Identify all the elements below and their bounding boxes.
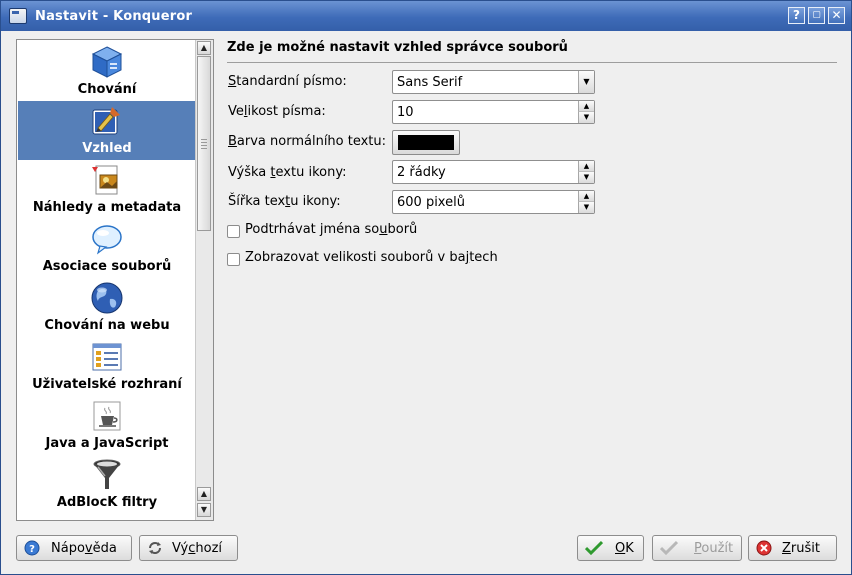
category-list[interactable]: Chování Vzhled Náhledy a metadata Asocia…: [16, 39, 214, 521]
icon-text-width-label: Šířka textu ikony:: [228, 194, 341, 209]
category-label: Uživatelské rozhraní: [32, 377, 182, 392]
checkmark-icon: [584, 540, 604, 556]
category-item-web-behavior[interactable]: Chování na webu: [18, 278, 196, 337]
scroll-thumb[interactable]: [197, 56, 211, 231]
ok-button[interactable]: OK: [577, 535, 644, 561]
category-label: Java a JavaScript: [45, 436, 169, 451]
scroll-down-arrow[interactable]: ▼: [197, 503, 211, 517]
panel-heading: Zde je možné nastavit vzhled správce sou…: [227, 40, 568, 55]
category-list-scrollbar[interactable]: ▲ ▲ ▼: [195, 40, 213, 520]
title-bar[interactable]: Nastavit - Konqueror ? ▢ ✕: [1, 1, 851, 31]
underline-names-label[interactable]: Podtrhávat jména souborů: [245, 222, 417, 237]
cancel-button-label: Zrušit: [782, 540, 820, 556]
icon-text-width-value: 600 pixelů: [397, 195, 465, 210]
cube-icon: [90, 45, 124, 79]
standard-font-combo[interactable]: Sans Serif ▼: [392, 70, 595, 94]
heading-separator: [227, 62, 837, 63]
spin-down-icon[interactable]: ▼: [578, 202, 594, 213]
show-bytes-checkbox[interactable]: [227, 253, 240, 266]
paint-icon: [90, 104, 124, 138]
category-item-user-interface[interactable]: Uživatelské rozhraní: [18, 337, 196, 396]
interface-icon: [90, 340, 124, 374]
checkmark-icon: [659, 540, 679, 556]
help-dialog-button[interactable]: ? Nápověda: [16, 535, 132, 561]
scroll-up-arrow-bottom[interactable]: ▲: [197, 487, 211, 501]
text-color-label: Barva normálního textu:: [228, 134, 387, 149]
category-item-adblock[interactable]: AdBlocK filtry: [18, 455, 196, 514]
minimize-button[interactable]: ▢: [808, 7, 825, 24]
funnel-icon: [90, 458, 124, 492]
globe-icon: [90, 281, 124, 315]
title-bar-buttons: ? ▢ ✕: [788, 7, 845, 24]
spin-down-icon[interactable]: ▼: [578, 172, 594, 183]
icon-text-height-spinbox[interactable]: 2 řádky ▲ ▼: [392, 160, 595, 184]
category-item-file-associations[interactable]: Asociace souborů: [18, 219, 196, 278]
apply-button-label: Použít: [694, 540, 734, 556]
cancel-button[interactable]: Zrušit: [748, 535, 837, 561]
chevron-down-icon[interactable]: ▼: [578, 71, 594, 93]
ok-button-label: OK: [615, 540, 634, 556]
category-item-java-javascript[interactable]: Java a JavaScript: [18, 396, 196, 455]
category-label: Chování na webu: [44, 318, 170, 333]
spin-down-icon[interactable]: ▼: [578, 112, 594, 123]
help-button-label: Nápověda: [51, 540, 117, 556]
speech-bubble-icon: [90, 222, 124, 256]
show-bytes-label[interactable]: Zobrazovat velikosti souborů v bajtech: [245, 250, 498, 265]
category-item-previews[interactable]: Náhledy a metadata: [18, 160, 196, 219]
spin-up-icon[interactable]: ▲: [578, 161, 594, 172]
standard-font-label: Standardní písmo:: [228, 74, 347, 89]
category-item-appearance[interactable]: Vzhled: [18, 101, 196, 160]
java-cup-icon: [90, 399, 124, 433]
color-swatch: [398, 135, 454, 150]
defaults-button[interactable]: Výchozí: [139, 535, 238, 561]
window-title: Nastavit - Konqueror: [35, 8, 193, 24]
spin-up-icon[interactable]: ▲: [578, 191, 594, 202]
cancel-icon: [756, 540, 772, 556]
svg-text:?: ?: [29, 544, 35, 555]
icon-text-height-value: 2 řádky: [397, 165, 446, 180]
scroll-up-arrow[interactable]: ▲: [197, 41, 211, 55]
category-item-behavior[interactable]: Chování: [18, 42, 196, 101]
category-label: Vzhled: [82, 141, 132, 156]
window-menu-icon[interactable]: [9, 8, 27, 24]
icon-text-height-label: Výška textu ikony:: [228, 165, 347, 180]
spin-up-icon[interactable]: ▲: [578, 101, 594, 112]
category-label: Chování: [77, 82, 137, 97]
standard-font-value: Sans Serif: [397, 75, 463, 90]
apply-button[interactable]: Použít: [652, 535, 742, 561]
reset-icon: [147, 540, 163, 556]
font-size-spinbox[interactable]: 10 ▲ ▼: [392, 100, 595, 124]
help-button[interactable]: ?: [788, 7, 805, 24]
settings-window: Nastavit - Konqueror ? ▢ ✕ Chování Vzhle…: [0, 0, 852, 575]
font-size-label: Velikost písma:: [228, 104, 326, 119]
category-label: Asociace souborů: [42, 259, 172, 274]
close-button[interactable]: ✕: [828, 7, 845, 24]
category-label: AdBlocK filtry: [56, 495, 158, 510]
defaults-button-label: Výchozí: [172, 540, 223, 556]
font-size-value: 10: [397, 105, 414, 120]
category-label: Náhledy a metadata: [32, 200, 182, 215]
preview-icon: [90, 163, 124, 197]
underline-names-checkbox[interactable]: [227, 225, 240, 238]
text-color-button[interactable]: [392, 130, 460, 155]
help-icon: ?: [24, 540, 40, 556]
icon-text-width-spinbox[interactable]: 600 pixelů ▲ ▼: [392, 190, 595, 214]
